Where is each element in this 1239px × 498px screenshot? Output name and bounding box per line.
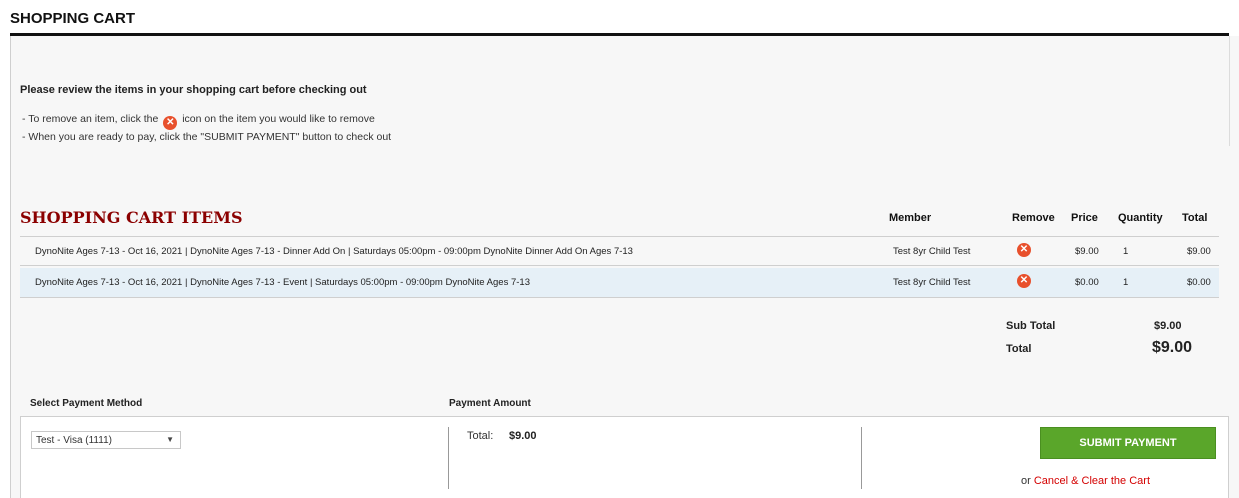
table-row: DynoNite Ages 7-13 - Oct 16, 2021 | Dyno… xyxy=(20,268,1219,298)
item-description: DynoNite Ages 7-13 - Oct 16, 2021 | Dyno… xyxy=(35,277,530,288)
column-header-price: Price xyxy=(1071,212,1098,224)
close-circle-icon: ✕ xyxy=(163,116,178,130)
payment-total-value: $9.00 xyxy=(509,430,537,442)
column-header-member: Member xyxy=(889,212,932,224)
panel-edge xyxy=(1229,36,1230,146)
total-label: Total xyxy=(1006,343,1032,355)
item-price: $0.00 xyxy=(1075,277,1099,288)
pay-instruction: - When you are ready to pay, click the "… xyxy=(22,131,392,143)
page-header: SHOPPING CART xyxy=(10,0,1229,36)
remove-instruction: - To remove an item, click the ✕ icon on… xyxy=(22,112,375,130)
chevron-down-icon: ▼ xyxy=(166,435,174,444)
subtotal-value: $9.00 xyxy=(1154,320,1182,332)
payment-amount-label: Payment Amount xyxy=(449,398,531,409)
remove-instruction-before: - To remove an item, click the xyxy=(22,113,159,125)
item-quantity: 1 xyxy=(1123,246,1129,257)
item-total: $9.00 xyxy=(1187,246,1211,257)
item-quantity: 1 xyxy=(1123,277,1129,288)
remove-item-button[interactable]: ✕ xyxy=(1017,274,1031,288)
cancel-clear-cart-link[interactable]: Cancel & Clear the Cart xyxy=(1034,475,1150,487)
subtotal-label: Sub Total xyxy=(1006,320,1056,332)
item-price: $9.00 xyxy=(1075,246,1099,257)
payment-method-select[interactable]: Test - Visa (1111) ▼ xyxy=(31,431,181,449)
cart-items-title: SHOPPING CART ITEMS xyxy=(20,208,243,227)
item-total: $0.00 xyxy=(1187,277,1211,288)
page-title: SHOPPING CART xyxy=(10,10,136,27)
column-header-quantity: Quantity xyxy=(1118,212,1163,224)
item-description: DynoNite Ages 7-13 - Oct 16, 2021 | Dyno… xyxy=(35,246,633,257)
payment-total-label: Total: xyxy=(467,430,494,442)
cancel-line: or Cancel & Clear the Cart xyxy=(1021,475,1150,487)
or-text: or xyxy=(1021,475,1031,487)
remove-item-button[interactable]: ✕ xyxy=(1017,243,1031,257)
submit-payment-button[interactable]: SUBMIT PAYMENT xyxy=(1040,427,1216,459)
remove-instruction-after: icon on the item you would like to remov… xyxy=(182,113,375,125)
column-header-total: Total xyxy=(1182,212,1208,224)
column-divider xyxy=(861,427,862,489)
column-header-remove: Remove xyxy=(1012,212,1055,224)
item-member: Test 8yr Child Test xyxy=(893,277,971,288)
payment-method-value: Test - Visa (1111) xyxy=(36,435,112,446)
review-instructions-heading: Please review the items in your shopping… xyxy=(20,84,367,96)
payment-method-label: Select Payment Method xyxy=(30,398,143,409)
total-value: $9.00 xyxy=(1152,339,1193,356)
column-divider xyxy=(448,427,449,489)
item-member: Test 8yr Child Test xyxy=(893,246,971,257)
table-row: DynoNite Ages 7-13 - Oct 16, 2021 | Dyno… xyxy=(20,236,1219,266)
payment-panel: Test - Visa (1111) ▼ Total: $9.00 SUBMIT… xyxy=(20,416,1229,498)
